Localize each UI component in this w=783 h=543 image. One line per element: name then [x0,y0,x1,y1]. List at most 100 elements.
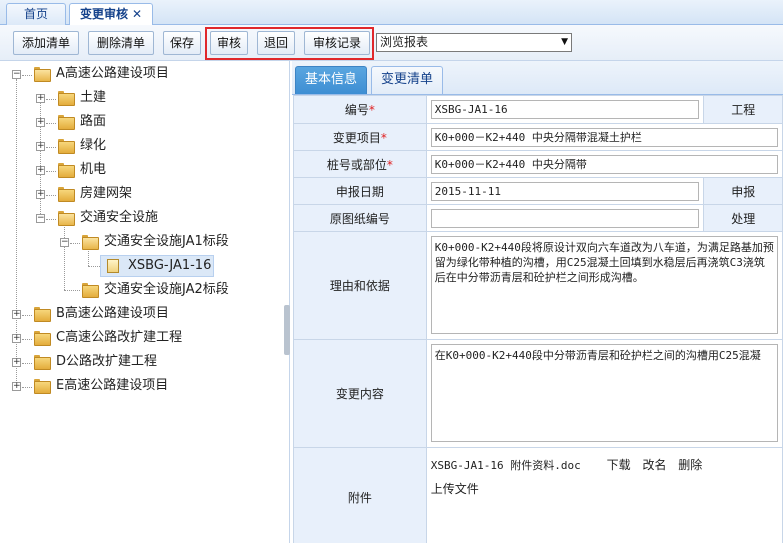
change-form: 编号* XSBG-JA1-16 工程 变更项目* K0+000－K2+440 中… [293,95,783,543]
content-textarea[interactable]: 在K0+000-K2+440段中分带沥青层和砼护栏之间的沟槽用C25混凝 [430,344,778,442]
tree-line [46,171,56,172]
form-row: 桩号或部位* K0+000－K2+440 中央分隔带 [293,150,783,178]
change-item-cell: K0+000－K2+440 中央分隔带混凝土护栏 [425,123,783,151]
folder-icon [34,307,51,322]
close-icon[interactable]: ✕ [132,4,142,24]
tree-node-traffic-safety[interactable]: 交通安全设施 [80,208,158,228]
upload-row: 上传文件 [431,480,778,497]
collapse-icon[interactable]: − [12,70,21,79]
tab-change-list[interactable]: 变更清单 [371,66,443,94]
location-field[interactable]: K0+000－K2+440 中央分隔带 [430,154,778,174]
reason-textarea[interactable]: K0+000-K2+440段将原设计双向六车道改为八车道，为满足路基加预留为绿化… [430,236,778,334]
expand-icon[interactable]: + [12,310,21,319]
tab-bar: 首页 变更审核 ✕ [0,0,783,26]
tree-line [46,99,56,100]
change-item-label: 变更项目* [293,123,427,151]
expand-icon[interactable]: + [36,166,45,175]
tree-node-housing[interactable]: 房建网架 [80,184,132,204]
tree-line [22,75,32,76]
tree-line [22,387,32,388]
tree-node-ja2[interactable]: 交通安全设施JA2标段 [104,280,229,300]
tab-home-label: 首页 [23,7,48,21]
folder-open-icon [82,235,99,250]
document-icon [107,259,119,273]
expand-icon[interactable]: + [12,358,21,367]
folder-icon [34,355,51,370]
number-field[interactable]: XSBG-JA1-16 [430,100,700,119]
tree-node-mechanical[interactable]: 机电 [80,160,106,180]
delete-list-button[interactable]: 删除清单 [88,31,154,55]
splitter-handle[interactable] [284,305,290,355]
tree-line [46,123,56,124]
form-row: 理由和依据 K0+000-K2+440段将原设计双向六车道改为八车道，为满足路基… [293,231,783,340]
project-right-label: 工程 [703,95,783,124]
expand-icon[interactable]: + [36,94,45,103]
folder-icon [34,331,51,346]
save-button[interactable]: 保存 [163,31,201,55]
expand-icon[interactable]: + [12,334,21,343]
delete-link[interactable]: 删除 [678,458,702,472]
reason-label: 理由和依据 [293,231,427,340]
project-tree: − A高速公路建设项目 + 土建 + 路面 + 绿化 + 机电 + 房建网架 −… [0,61,290,543]
report-select[interactable]: 浏览报表 ▼ [376,33,572,52]
drawing-field[interactable] [430,208,700,228]
reason-cell: K0+000-K2+440段将原设计双向六车道改为八车道，为满足路基加预留为绿化… [425,231,783,340]
number-label: 编号* [293,95,427,124]
expand-icon[interactable]: + [12,382,21,391]
expand-icon[interactable]: + [36,190,45,199]
collapse-icon[interactable]: − [60,238,69,247]
required-mark: * [386,157,393,172]
tree-node-civil[interactable]: 土建 [80,88,106,108]
report-right-label: 申报 [703,177,783,205]
toolbar: 添加清单 删除清单 保存 审核 退回 审核记录 浏览报表 ▼ [0,25,783,61]
detail-panel: 基本信息 变更清单 编号* XSBG-JA1-16 工程 变更项目* K0+00… [292,61,783,543]
report-date-field[interactable]: 2015-11-11 [430,181,700,201]
attach-label: 附件 [293,447,427,543]
report-select-value: 浏览报表 [380,35,429,49]
tab-home[interactable]: 首页 [6,3,66,25]
add-list-button[interactable]: 添加清单 [13,31,79,55]
folder-open-icon [58,211,75,226]
folder-icon [58,139,75,154]
change-item-field[interactable]: K0+000－K2+440 中央分隔带混凝土护栏 [430,127,778,147]
tree-line [46,147,56,148]
detail-tabs: 基本信息 变更清单 [292,61,783,95]
upload-link[interactable]: 上传文件 [431,482,479,496]
tree-node-b-project[interactable]: B高速公路建设项目 [56,304,169,324]
expand-icon[interactable]: + [36,118,45,127]
change-item-label-text: 变更项目 [332,130,381,145]
collapse-icon[interactable]: − [36,214,45,223]
tree-node-ja1[interactable]: 交通安全设施JA1标段 [104,232,229,252]
content-cell: 在K0+000-K2+440段中分带沥青层和砼护栏之间的沟槽用C25混凝 [425,339,783,448]
location-label: 桩号或部位* [293,150,427,178]
tree-node-xsbg[interactable]: XSBG-JA1-16 [128,256,211,276]
content-label: 变更内容 [293,339,427,448]
tab-change-review[interactable]: 变更审核 ✕ [69,3,153,26]
download-link[interactable]: 下载 [607,458,631,472]
tree-line [64,290,80,291]
app-window: 首页 变更审核 ✕ 添加清单 删除清单 保存 审核 退回 审核记录 浏览报表 ▼ … [0,0,783,543]
tree-node-e-project[interactable]: E高速公路建设项目 [56,376,168,396]
tree-line [22,363,32,364]
tree-line [22,315,32,316]
folder-open-icon [34,67,51,82]
attachment-file-name: XSBG-JA1-16 附件资料.doc [430,459,581,472]
tree-node-greening[interactable]: 绿化 [80,136,106,156]
attachment-row: XSBG-JA1-16 附件资料.doc 下载 改名 删除 [431,456,778,474]
form-row: 申报日期 2015-11-11 申报 [293,177,783,205]
tree-line [46,219,56,220]
location-cell: K0+000－K2+440 中央分隔带 [425,150,783,178]
form-row: 原图纸编号 处理 [293,204,783,232]
folder-icon [34,379,51,394]
tree-node-c-project[interactable]: C高速公路改扩建工程 [56,328,182,348]
rename-link[interactable]: 改名 [642,458,666,472]
tree-node-d-project[interactable]: D公路改扩建工程 [56,352,157,372]
tree-node-a-project[interactable]: A高速公路建设项目 [56,64,169,84]
form-row: 编号* XSBG-JA1-16 工程 [293,95,783,124]
tab-basic-info[interactable]: 基本信息 [295,66,367,94]
drawing-label: 原图纸编号 [293,204,427,232]
tree-node-road[interactable]: 路面 [80,112,106,132]
folder-icon [58,91,75,106]
highlight-box [205,27,374,60]
expand-icon[interactable]: + [36,142,45,151]
